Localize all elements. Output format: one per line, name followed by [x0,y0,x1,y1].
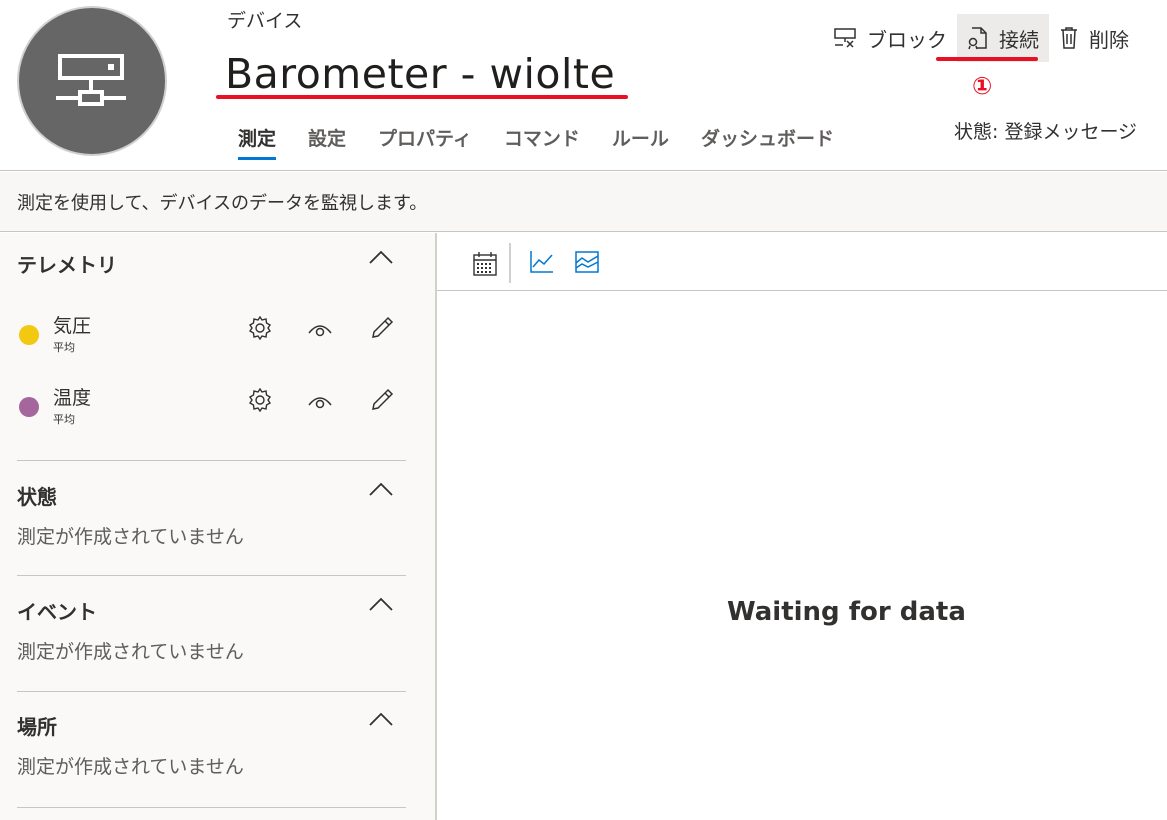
location-empty-text: 測定が作成されていません [17,756,244,778]
tab-dashboard[interactable]: ダッシュボード [691,124,844,160]
section-divider [17,807,406,808]
info-banner: 測定を使用して、デバイスのデータを監視します。 [0,172,1167,232]
tab-bar: 測定 設定 プロパティ コマンド ルール ダッシュボード [228,124,856,160]
measurements-sidebar: テレメトリ 気圧 平均 温度 平均 状態 測定が作成されていません イベント 測… [0,233,437,820]
waiting-message: Waiting for data [727,597,966,627]
telemetry-aggregation: 平均 [53,413,75,426]
state-section: 状態 測定が作成されていません [17,481,406,549]
connect-annotation-underline [936,57,1038,61]
telemetry-item[interactable]: 気圧 平均 [19,311,409,361]
block-icon [834,28,856,48]
delete-label: 削除 [1089,27,1129,52]
calendar-icon[interactable] [472,251,498,277]
telemetry-name: 気圧 [53,315,92,337]
tab-commands[interactable]: コマンド [494,124,590,160]
connect-icon [968,27,987,50]
state-empty-text: 測定が作成されていません [17,526,244,548]
connect-label: 接続 [999,27,1039,52]
telemetry-name: 温度 [53,387,92,409]
pencil-icon[interactable] [369,387,395,413]
color-dot [19,397,39,417]
event-title: イベント [17,600,97,624]
gear-icon[interactable] [247,387,273,413]
page-title: Barometer - wiolte [225,50,616,98]
chevron-up-icon[interactable] [368,596,394,612]
telemetry-title: テレメトリ [17,253,117,277]
connect-button[interactable]: 接続 [957,14,1049,62]
action-bar: ブロック 接続 削除 [823,14,1139,62]
block-label: ブロック [867,27,947,52]
event-empty-text: 測定が作成されていません [17,641,244,663]
annotation-marker: ① [972,72,993,100]
chart-toolbar [437,233,1167,291]
chart-area: Waiting for data [437,233,1167,820]
chevron-up-icon[interactable] [368,249,394,265]
device-type-label: デバイス [227,10,303,32]
tab-properties[interactable]: プロパティ [368,124,482,160]
event-section: イベント 測定が作成されていません [17,596,406,664]
title-annotation-underline [216,95,628,99]
line-chart-icon[interactable] [529,249,555,275]
pencil-icon[interactable] [369,315,395,341]
eye-icon[interactable] [307,321,333,337]
toolbar-divider [509,243,511,283]
area-chart-icon[interactable] [574,249,600,275]
tab-settings[interactable]: 設定 [298,124,356,160]
device-avatar [17,6,167,156]
eye-icon[interactable] [307,393,333,409]
gear-icon[interactable] [247,315,273,341]
section-divider [17,460,406,461]
color-dot [19,325,39,345]
device-status: 状態: 登録メッセージ [954,121,1138,143]
chevron-up-icon[interactable] [368,481,394,497]
state-title: 状態 [17,485,57,509]
device-icon [56,54,126,106]
banner-text: 測定を使用して、デバイスのデータを監視します。 [17,193,428,214]
device-header: デバイス Barometer - wiolte 測定 設定 プロパティ コマンド… [0,0,1167,171]
block-button[interactable]: ブロック [823,14,957,62]
telemetry-section: テレメトリ [17,249,406,278]
tab-rules[interactable]: ルール [602,124,679,160]
section-divider [17,691,406,692]
section-divider [17,575,406,576]
location-section: 場所 測定が作成されていません [17,711,406,779]
trash-icon [1061,27,1077,49]
delete-button[interactable]: 削除 [1049,14,1139,62]
chevron-up-icon[interactable] [368,711,394,727]
tab-measurements[interactable]: 測定 [228,124,286,160]
telemetry-item[interactable]: 温度 平均 [19,383,409,433]
telemetry-aggregation: 平均 [53,341,75,354]
location-title: 場所 [17,715,57,739]
